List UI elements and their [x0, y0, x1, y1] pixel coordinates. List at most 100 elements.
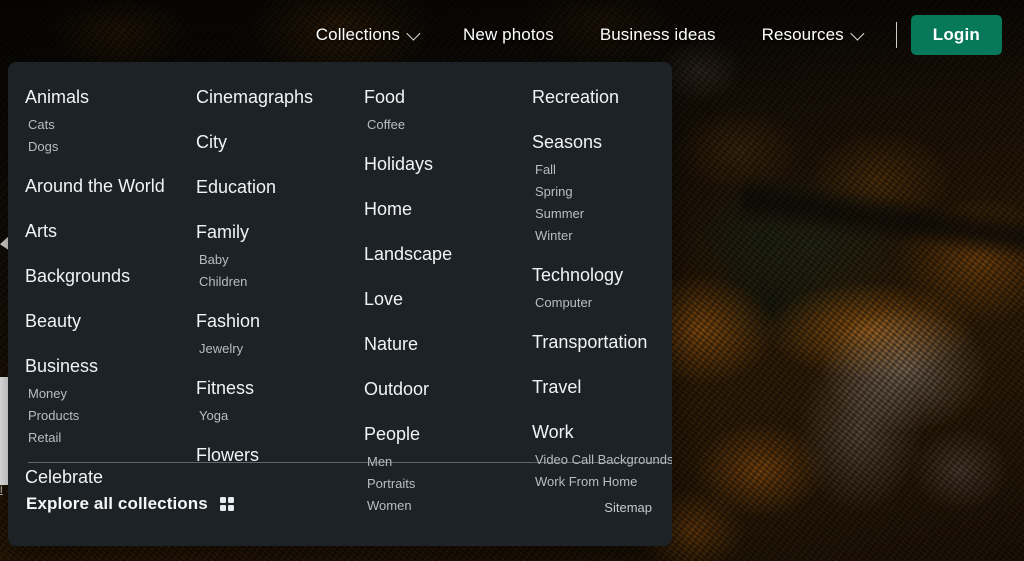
- nav-item-resources[interactable]: Resources: [739, 17, 884, 53]
- grid-icon: [219, 496, 235, 512]
- category-link-family[interactable]: Family: [196, 215, 344, 249]
- nav-item-business-ideas-label: Business ideas: [599, 25, 716, 44]
- category-link-holidays[interactable]: Holidays: [364, 147, 512, 181]
- top-navigation-bar: Collections New photos Business ideas Re…: [0, 0, 1024, 70]
- category-link-work[interactable]: Work: [532, 415, 672, 449]
- category-link-fitness[interactable]: Fitness: [196, 371, 344, 405]
- subcategory-link-fall[interactable]: Fall: [532, 159, 672, 181]
- category-link-food[interactable]: Food: [364, 80, 512, 114]
- category-link-landscape[interactable]: Landscape: [364, 237, 512, 271]
- subcategory-link-cats[interactable]: Cats: [25, 114, 176, 136]
- category-group: City: [196, 125, 344, 170]
- chevron-down-icon: [406, 26, 421, 41]
- sitemap-link[interactable]: Sitemap: [604, 500, 652, 515]
- explore-all-collections-link[interactable]: Explore all collections: [26, 494, 235, 514]
- category-link-business[interactable]: Business: [25, 349, 176, 383]
- category-link-education[interactable]: Education: [196, 170, 344, 204]
- category-link-cinemagraphs[interactable]: Cinemagraphs: [196, 80, 344, 114]
- category-group: Technology Computer: [532, 258, 672, 325]
- category-link-people[interactable]: People: [364, 417, 512, 451]
- nav-item-new-photos-label: New photos: [463, 25, 554, 44]
- category-group: Family Baby Children: [196, 215, 344, 304]
- nav-item-business-ideas[interactable]: Business ideas: [577, 17, 739, 53]
- subcategory-link-retail[interactable]: Retail: [25, 427, 176, 449]
- category-link-transportation[interactable]: Transportation: [532, 325, 672, 359]
- subcategory-link-spring[interactable]: Spring: [532, 181, 672, 203]
- subcategory-link-yoga[interactable]: Yoga: [196, 405, 344, 427]
- subcategory-link-money[interactable]: Money: [25, 383, 176, 405]
- category-link-outdoor[interactable]: Outdoor: [364, 372, 512, 406]
- subcategory-link-baby[interactable]: Baby: [196, 249, 344, 271]
- category-link-love[interactable]: Love: [364, 282, 512, 316]
- category-link-city[interactable]: City: [196, 125, 344, 159]
- category-group: Travel: [532, 370, 672, 415]
- category-link-technology[interactable]: Technology: [532, 258, 672, 292]
- mega-menu-column-1: Animals Cats Dogs Around the World Arts Backg…: [8, 80, 176, 487]
- subcategory-link-products[interactable]: Products: [25, 405, 176, 427]
- category-link-backgrounds[interactable]: Backgrounds: [25, 259, 176, 293]
- category-link-home[interactable]: Home: [364, 192, 512, 226]
- category-link-seasons[interactable]: Seasons: [532, 125, 672, 159]
- category-group: Business Money Products Retail: [25, 349, 176, 460]
- category-group: Transportation: [532, 325, 672, 370]
- category-group: Arts: [25, 214, 176, 259]
- category-group: Backgrounds: [25, 259, 176, 304]
- category-link-recreation[interactable]: Recreation: [532, 80, 672, 114]
- subcategory-link-children[interactable]: Children: [196, 271, 344, 293]
- category-link-fashion[interactable]: Fashion: [196, 304, 344, 338]
- category-group: Landscape: [364, 237, 512, 282]
- subcategory-link-summer[interactable]: Summer: [532, 203, 672, 225]
- category-link-animals[interactable]: Animals: [25, 80, 176, 114]
- category-link-travel[interactable]: Travel: [532, 370, 672, 404]
- nav-item-collections[interactable]: Collections: [293, 17, 440, 53]
- footer-row: Explore all collections Sitemap: [8, 462, 672, 546]
- category-group: Nature: [364, 327, 512, 372]
- nav-item-collections-label: Collections: [315, 25, 401, 44]
- category-group: Beauty: [25, 304, 176, 349]
- category-group: Around the World: [25, 169, 176, 214]
- collections-mega-menu: Animals Cats Dogs Around the World Arts Backg…: [8, 62, 672, 546]
- subcategory-link-winter[interactable]: Winter: [532, 225, 672, 247]
- login-button[interactable]: Login: [910, 15, 1002, 55]
- category-link-arts[interactable]: Arts: [25, 214, 176, 248]
- category-group: Home: [364, 192, 512, 237]
- mega-menu-columns: Animals Cats Dogs Around the World Arts Backg…: [8, 62, 672, 513]
- nav-item-new-photos[interactable]: New photos: [440, 17, 577, 53]
- subcategory-link-coffee[interactable]: Coffee: [364, 114, 512, 136]
- category-group: Holidays: [364, 147, 512, 192]
- category-link-nature[interactable]: Nature: [364, 327, 512, 361]
- subcategory-link-jewelry[interactable]: Jewelry: [196, 338, 344, 360]
- chevron-down-icon: [850, 26, 865, 41]
- subcategory-link-computer[interactable]: Computer: [532, 292, 672, 314]
- category-group: Cinemagraphs: [196, 80, 344, 125]
- category-group: Fitness Yoga: [196, 371, 344, 438]
- category-group: Seasons Fall Spring Summer Winter: [532, 125, 672, 258]
- category-link-around-the-world[interactable]: Around the World: [25, 169, 176, 203]
- mega-menu-footer: Explore all collections Sitemap: [8, 462, 672, 546]
- forest-road: [738, 175, 1024, 263]
- subcategory-link-dogs[interactable]: Dogs: [25, 136, 176, 158]
- category-link-beauty[interactable]: Beauty: [25, 304, 176, 338]
- category-group: Outdoor: [364, 372, 512, 417]
